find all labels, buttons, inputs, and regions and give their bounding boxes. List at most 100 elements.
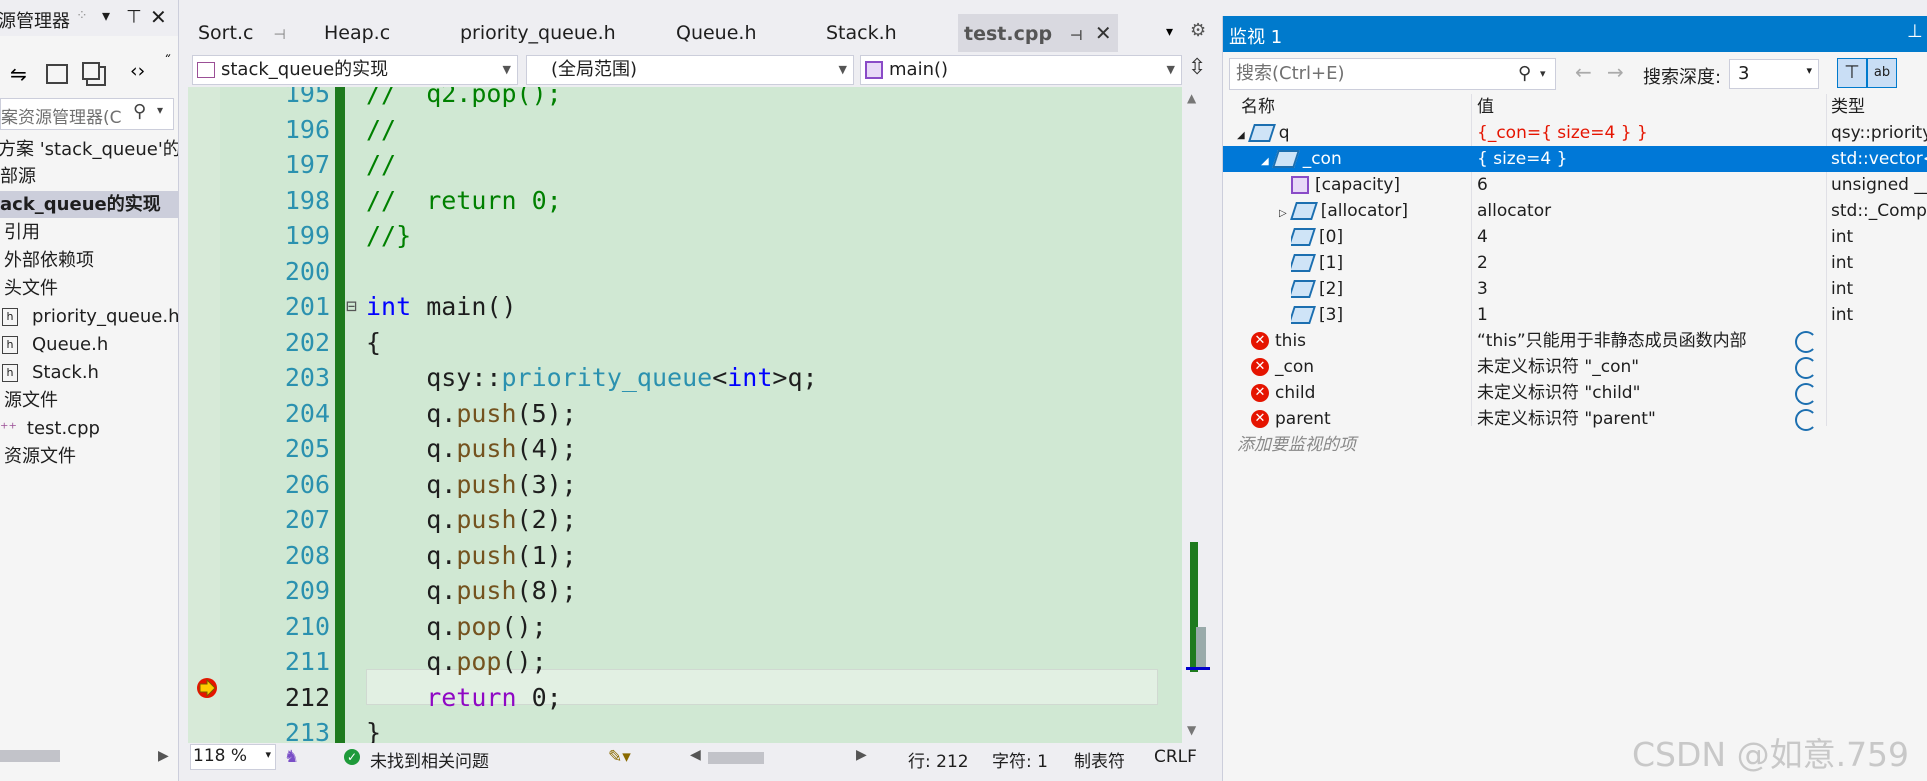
code-lines[interactable]: // q2.pop(); // // // return 0; //} ⊟ int main… <box>346 87 1166 743</box>
panel-menu-dropdown-icon[interactable]: ▾ <box>102 6 110 25</box>
pin-icon[interactable]: ⊣ <box>273 27 285 43</box>
close-icon[interactable]: ✕ <box>1095 21 1112 45</box>
code-line[interactable]: ⊟ int main() <box>346 292 517 321</box>
watch-row[interactable]: [2] 3 int <box>1223 276 1927 302</box>
watch-row[interactable]: ✕ this “this”只能用于非静态成员函数内部 <box>1223 328 1927 354</box>
line-ending-indicator[interactable]: CRLF <box>1154 747 1197 767</box>
more-options-icon[interactable]: ˝ <box>164 54 171 70</box>
refresh-icon[interactable] <box>1795 383 1817 405</box>
tree-item-resource-files[interactable]: 资源文件 <box>4 443 76 470</box>
tree-item-priority-queue-h[interactable]: h priority_queue.h <box>2 303 178 330</box>
column-header-value[interactable]: 值 <box>1477 94 1494 120</box>
watch-row[interactable]: [capacity] 6 unsigned __i... <box>1223 172 1927 198</box>
watch-value[interactable]: 6 <box>1477 172 1777 198</box>
watch-row[interactable]: ◢q{_con={ size=4 } }qsy::priority_ <box>1223 120 1927 146</box>
search-previous-icon[interactable]: ← <box>1575 60 1592 84</box>
tab-test-cpp[interactable]: test.cpp ⊣ ✕ <box>958 14 1118 52</box>
chevron-down-icon[interactable]: ▾ <box>1166 24 1173 40</box>
watch-row[interactable]: [0] 4 int <box>1223 224 1927 250</box>
code-line[interactable]: { <box>366 328 381 357</box>
zoom-dropdown[interactable]: 118 % ▾ <box>190 744 276 770</box>
watch-value[interactable]: 未定义标识符 "_con" <box>1477 354 1777 380</box>
tab-priority-queue-h[interactable]: priority_queue.h <box>460 14 616 52</box>
scrollbar-thumb[interactable] <box>1196 627 1206 667</box>
code-line[interactable]: //} <box>366 221 411 250</box>
tree-item-external-dependencies[interactable]: 外部依赖项 <box>4 247 94 274</box>
scope-dropdown[interactable]: (全局范围) ▼ <box>526 55 854 85</box>
project-dropdown[interactable]: stack_queue的实现 ▼ <box>192 55 518 85</box>
watch-row[interactable]: ✕ _con 未定义标识符 "_con" <box>1223 354 1927 380</box>
column-header-name[interactable]: 名称 <box>1241 94 1275 120</box>
collapse-icon[interactable]: ◢ <box>1261 156 1269 167</box>
watch-value[interactable]: 3 <box>1477 276 1777 302</box>
collapse-all-icon[interactable] <box>46 64 68 84</box>
watch-value[interactable]: {_con={ size=4 } } <box>1477 120 1777 146</box>
code-line[interactable]: // <box>366 115 396 144</box>
tree-item-test-cpp[interactable]: ⁺⁺ test.cpp <box>0 415 100 442</box>
code-line[interactable]: q.push(4); <box>366 434 577 463</box>
hex-display-icon[interactable]: ab <box>1867 58 1897 88</box>
code-line[interactable]: q.push(1); <box>366 541 577 570</box>
current-statement-arrow-icon[interactable] <box>194 677 220 699</box>
pin-icon[interactable]: ⊣ <box>1070 28 1083 44</box>
view-code-icon[interactable]: ‹› <box>130 60 145 82</box>
collapse-icon[interactable]: ◢ <box>1237 130 1245 141</box>
sync-with-active-document-icon[interactable]: ⇋ <box>10 62 27 86</box>
split-editor-icon[interactable]: ⇳ <box>1188 55 1206 80</box>
issues-status-text[interactable]: 未找到相关问题 <box>370 747 489 772</box>
watch-row[interactable]: [1] 2 int <box>1223 250 1927 276</box>
intellicode-icon[interactable]: ♞ <box>284 747 299 767</box>
watch-value[interactable]: allocator <box>1477 198 1777 224</box>
watch-value[interactable]: “this”只能用于非静态成员函数内部 <box>1477 328 1777 354</box>
tab-queue-h[interactable]: Queue.h <box>676 14 757 52</box>
solution-explorer-search-input[interactable]: 案资源管理器(C ⚲ ▾ <box>0 98 174 130</box>
vertical-scrollbar[interactable]: ▲ ▼ <box>1182 87 1210 743</box>
code-line[interactable]: q.push(5); <box>366 399 577 428</box>
refresh-icon[interactable] <box>1795 409 1817 431</box>
scroll-right-icon[interactable]: ▶ <box>856 747 867 763</box>
refresh-icon[interactable] <box>1795 331 1817 353</box>
char-indicator[interactable]: 字符: 1 <box>992 747 1048 772</box>
line-indicator[interactable]: 行: 212 <box>908 747 969 772</box>
pin-icon[interactable]: ⊥ <box>126 5 142 26</box>
code-line[interactable]: } <box>366 718 381 743</box>
watch-value[interactable]: 未定义标识符 "child" <box>1477 380 1777 406</box>
tree-item-solution[interactable]: 方案 'stack_queue'的实现 <box>0 136 178 163</box>
chevron-down-icon[interactable]: ▾ <box>1540 59 1546 89</box>
code-line[interactable]: qsy::priority_queue<int>q; <box>366 363 817 392</box>
tab-sort-c[interactable]: Sort.c ⊣ <box>198 14 286 52</box>
tree-item-stack-h[interactable]: h Stack.h <box>2 359 99 386</box>
search-icon[interactable]: ⚲ <box>1518 59 1531 89</box>
watch-value[interactable]: 2 <box>1477 250 1777 276</box>
code-editor[interactable]: 195 196 197 198 199 200 201 202 203 204 205 206 207 2… <box>188 87 1188 743</box>
code-cleanup-icon[interactable]: ✎▾ <box>608 747 631 767</box>
code-line[interactable]: q.pop(); <box>366 647 546 676</box>
watch-value[interactable]: 4 <box>1477 224 1777 250</box>
chevron-down-icon[interactable]: ▾ <box>157 103 163 117</box>
tab-heap-c[interactable]: Heap.c <box>324 14 390 52</box>
watch-row[interactable]: [3] 1 int <box>1223 302 1927 328</box>
horizontal-scrollbar-thumb[interactable] <box>708 752 764 764</box>
collapse-outline-icon[interactable]: ⊟ <box>346 296 357 317</box>
scroll-left-icon[interactable]: ◀ <box>690 747 701 763</box>
tree-item-external-sources[interactable]: 部源 <box>0 163 36 190</box>
code-line[interactable]: q.push(3); <box>366 470 577 499</box>
show-all-files-icon[interactable] <box>82 62 100 80</box>
tree-item-project[interactable]: ack_queue的实现 <box>0 191 178 218</box>
code-line[interactable]: q.push(2); <box>366 505 577 534</box>
tabs-indicator[interactable]: 制表符 <box>1074 747 1125 772</box>
gear-icon[interactable]: ⚙ <box>1190 20 1206 41</box>
tree-item-references[interactable]: 引用 <box>4 219 40 246</box>
scroll-right-icon[interactable]: ▶ <box>158 748 169 764</box>
watch-row[interactable]: ✕ parent 未定义标识符 "parent" <box>1223 406 1927 432</box>
code-line[interactable]: // <box>366 150 396 179</box>
breakpoint-margin[interactable] <box>188 87 220 743</box>
tree-item-queue-h[interactable]: h Queue.h <box>2 331 108 358</box>
tab-stack-h[interactable]: Stack.h <box>826 14 897 52</box>
watch-value[interactable]: 未定义标识符 "parent" <box>1477 406 1777 432</box>
search-depth-dropdown[interactable]: 3 ▾ <box>1729 59 1819 89</box>
add-watch-item-row[interactable]: 添加要监视的项 <box>1223 432 1927 458</box>
watch-value[interactable]: 1 <box>1477 302 1777 328</box>
code-line[interactable]: q.pop(); <box>366 612 546 641</box>
tree-item-source-files[interactable]: 源文件 <box>4 387 58 414</box>
